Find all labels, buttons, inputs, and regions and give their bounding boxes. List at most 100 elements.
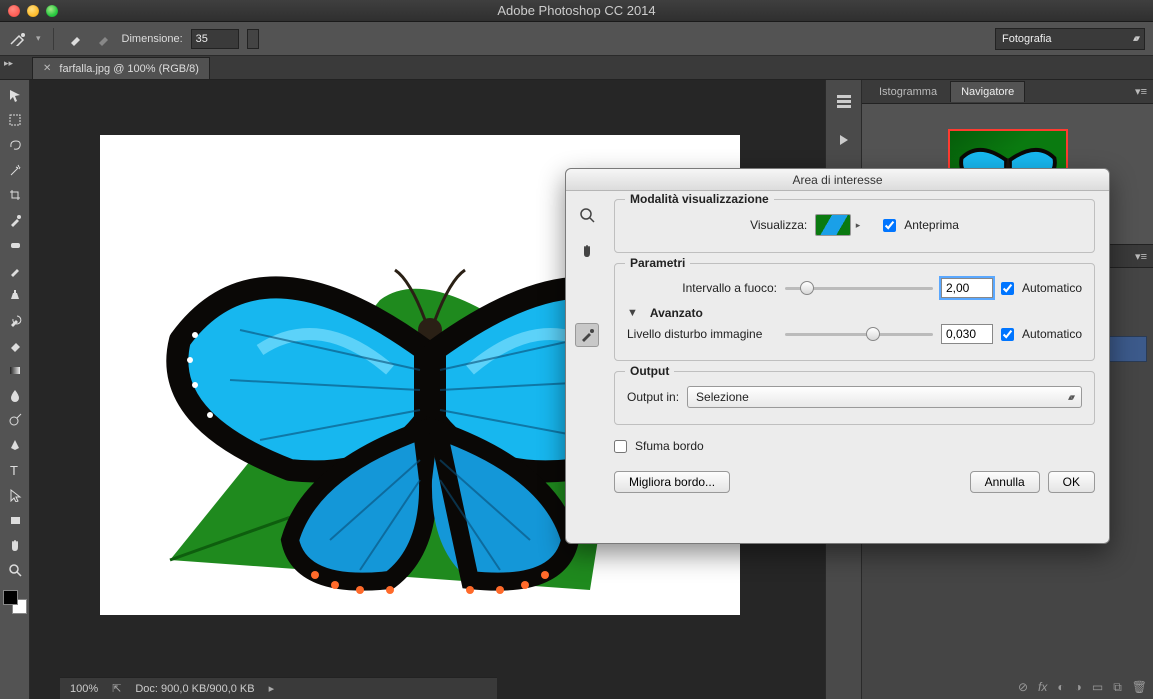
visualize-thumb-button[interactable] bbox=[815, 214, 851, 236]
brush-subtract-icon[interactable] bbox=[94, 29, 114, 49]
zoom-window-button[interactable] bbox=[46, 5, 58, 17]
focus-range-slider[interactable] bbox=[785, 280, 933, 296]
advanced-label: Avanzato bbox=[650, 306, 703, 320]
output-legend: Output bbox=[625, 364, 674, 378]
refine-edge-button[interactable]: Migliora bordo... bbox=[614, 471, 730, 493]
soften-edge-label: Sfuma bordo bbox=[635, 439, 704, 453]
magic-wand-tool[interactable] bbox=[3, 159, 27, 181]
dodge-tool[interactable] bbox=[3, 409, 27, 431]
view-mode-legend: Modalità visualizzazione bbox=[625, 192, 774, 206]
panel-menu-icon[interactable]: ▾≡ bbox=[1135, 85, 1147, 98]
color-swatches[interactable] bbox=[3, 590, 27, 614]
output-in-label: Output in: bbox=[627, 390, 679, 404]
updown-arrows-icon: ▴▾ bbox=[1133, 33, 1138, 44]
params-group: Parametri Intervallo a fuoco: Automatico… bbox=[614, 263, 1095, 361]
focus-auto-checkbox[interactable] bbox=[1001, 282, 1014, 295]
delete-layer-icon[interactable]: 🗑 bbox=[1132, 680, 1147, 695]
status-menu-icon[interactable]: ▸ bbox=[269, 682, 275, 695]
tab-navigator[interactable]: Navigatore bbox=[950, 81, 1025, 102]
focus-range-input[interactable] bbox=[941, 278, 993, 298]
noise-input[interactable] bbox=[941, 324, 993, 344]
output-group: Output Output in: Selezione ▴▾ bbox=[614, 371, 1095, 425]
workspace-label: Fotografia bbox=[1002, 33, 1052, 45]
params-legend: Parametri bbox=[625, 256, 690, 270]
cancel-button[interactable]: Annulla bbox=[970, 471, 1040, 493]
window-titlebar: Adobe Photoshop CC 2014 bbox=[0, 0, 1153, 22]
updown-arrows-icon: ▴▾ bbox=[1068, 392, 1073, 403]
layer-fx-icon[interactable]: fx bbox=[1038, 680, 1047, 695]
app-title: Adobe Photoshop CC 2014 bbox=[0, 3, 1153, 18]
traffic-lights bbox=[8, 5, 58, 17]
blur-tool[interactable] bbox=[3, 384, 27, 406]
layer-mask-icon[interactable]: ◐ bbox=[1057, 680, 1064, 695]
document-tab[interactable]: ✕ farfalla.jpg @ 100% (RGB/8) bbox=[32, 57, 210, 79]
reveal-icon[interactable]: ⇱ bbox=[112, 682, 121, 695]
dialog-brush-tool[interactable] bbox=[575, 323, 599, 347]
focus-range-label: Intervallo a fuoco: bbox=[627, 281, 777, 295]
marquee-tool[interactable] bbox=[3, 109, 27, 131]
history-brush-tool[interactable] bbox=[3, 309, 27, 331]
soften-edge-checkbox[interactable] bbox=[614, 440, 627, 453]
toolbox: T bbox=[0, 80, 30, 699]
doc-info: Doc: 900,0 KB/900,0 KB bbox=[135, 683, 254, 695]
zoom-level[interactable]: 100% bbox=[70, 683, 98, 695]
brush-tool[interactable] bbox=[3, 259, 27, 281]
view-mode-group: Modalità visualizzazione Visualizza: Ant… bbox=[614, 199, 1095, 253]
actions-panel-icon[interactable] bbox=[832, 128, 856, 150]
eraser-tool[interactable] bbox=[3, 334, 27, 356]
lasso-tool[interactable] bbox=[3, 134, 27, 156]
noise-slider[interactable] bbox=[785, 326, 933, 342]
advanced-disclosure-icon[interactable]: ▼ bbox=[627, 307, 638, 319]
link-layers-icon[interactable]: ⊘ bbox=[1018, 680, 1028, 695]
dialog-left-tools bbox=[566, 191, 608, 543]
noise-auto-checkbox[interactable] bbox=[1001, 328, 1014, 341]
eyedropper-tool[interactable] bbox=[3, 209, 27, 231]
output-select-value: Selezione bbox=[696, 390, 749, 404]
noise-label: Livello disturbo immagine bbox=[627, 327, 777, 341]
ok-button[interactable]: OK bbox=[1048, 471, 1095, 493]
output-select[interactable]: Selezione ▴▾ bbox=[687, 386, 1082, 408]
crop-tool[interactable] bbox=[3, 184, 27, 206]
document-tab-bar: ✕ farfalla.jpg @ 100% (RGB/8) bbox=[0, 56, 1153, 80]
pen-tool[interactable] bbox=[3, 434, 27, 456]
close-tab-icon[interactable]: ✕ bbox=[43, 63, 51, 74]
panel-menu-icon-2[interactable]: ▾≡ bbox=[1135, 250, 1147, 263]
layers-bottom-icons: ⊘ fx ◐ ◑ ▭ ⧉ 🗑 bbox=[1018, 680, 1147, 695]
preview-label: Anteprima bbox=[904, 218, 959, 232]
visualize-label: Visualizza: bbox=[750, 218, 807, 232]
clone-stamp-tool[interactable] bbox=[3, 284, 27, 306]
options-bar: ▾ Dimensione: Fotografia ▴▾ bbox=[0, 22, 1153, 56]
new-layer-icon[interactable]: ⧉ bbox=[1113, 680, 1122, 695]
workspace-select[interactable]: Fotografia ▴▾ bbox=[995, 28, 1145, 50]
tool-preset-icon[interactable] bbox=[8, 29, 28, 49]
healing-brush-tool[interactable] bbox=[3, 234, 27, 256]
gradient-tool[interactable] bbox=[3, 359, 27, 381]
minimize-window-button[interactable] bbox=[27, 5, 39, 17]
type-tool[interactable]: T bbox=[3, 459, 27, 481]
close-window-button[interactable] bbox=[8, 5, 20, 17]
preview-checkbox[interactable] bbox=[883, 219, 896, 232]
path-select-tool[interactable] bbox=[3, 484, 27, 506]
rectangle-tool[interactable] bbox=[3, 509, 27, 531]
new-group-icon[interactable]: ▭ bbox=[1092, 680, 1103, 695]
dialog-zoom-tool[interactable] bbox=[575, 203, 599, 227]
size-label: Dimensione: bbox=[122, 33, 183, 45]
document-tab-title: farfalla.jpg @ 100% (RGB/8) bbox=[59, 63, 199, 75]
collapse-dock-icon[interactable]: ▸▸ bbox=[4, 58, 13, 69]
brush-size-stepper[interactable] bbox=[247, 29, 259, 49]
brush-size-input[interactable] bbox=[191, 29, 239, 49]
svg-text:T: T bbox=[10, 463, 18, 477]
status-bar: 100% ⇱ Doc: 900,0 KB/900,0 KB ▸ bbox=[60, 677, 497, 699]
move-tool[interactable] bbox=[3, 84, 27, 106]
tab-histogram[interactable]: Istogramma bbox=[868, 81, 948, 103]
foreground-swatch[interactable] bbox=[3, 590, 18, 605]
hand-tool[interactable] bbox=[3, 534, 27, 556]
focus-area-dialog: Area di interesse Modalità visualizzazio… bbox=[565, 168, 1110, 544]
adjustment-layer-icon[interactable]: ◑ bbox=[1075, 680, 1082, 695]
zoom-tool[interactable] bbox=[3, 559, 27, 581]
focus-auto-label: Automatico bbox=[1022, 281, 1082, 295]
dialog-hand-tool[interactable] bbox=[575, 239, 599, 263]
brush-add-icon[interactable] bbox=[66, 29, 86, 49]
history-panel-icon[interactable] bbox=[832, 90, 856, 112]
noise-auto-label: Automatico bbox=[1022, 327, 1082, 341]
